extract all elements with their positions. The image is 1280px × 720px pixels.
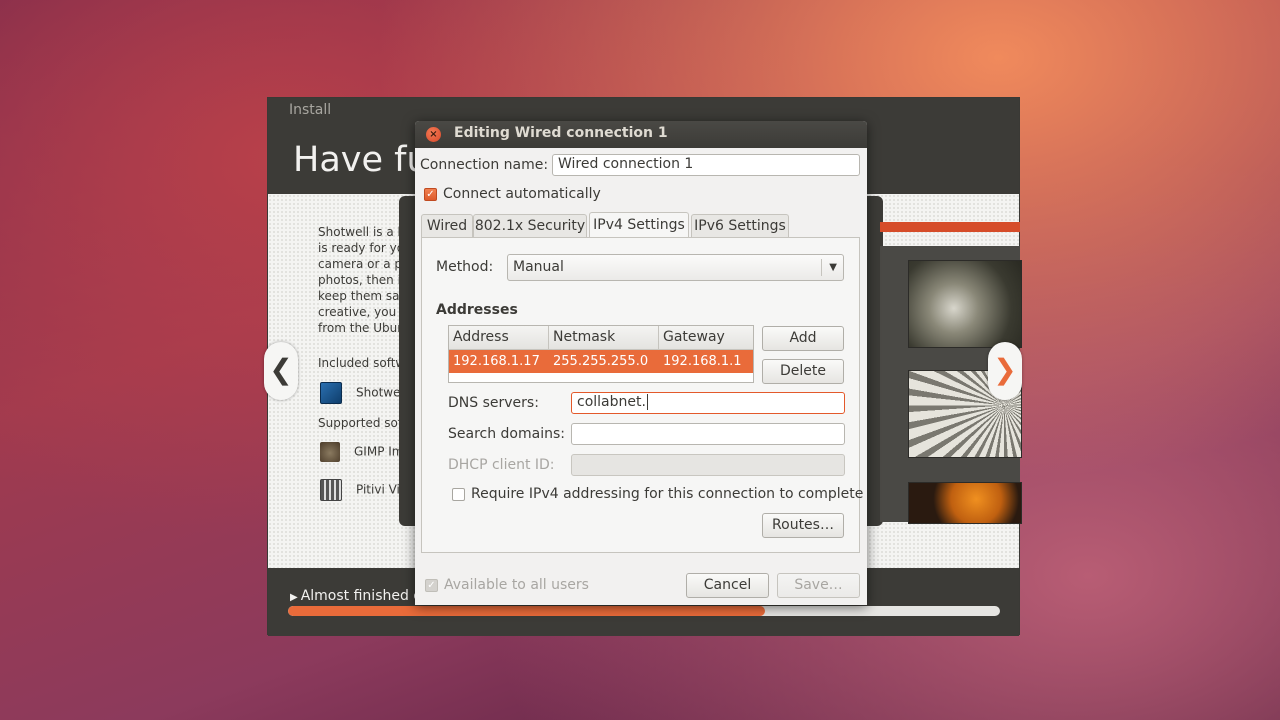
chevron-down-icon: ▼	[829, 262, 837, 273]
search-domains-label: Search domains:	[448, 426, 565, 442]
editing-connection-dialog: × Editing Wired connection 1 Connection …	[415, 121, 867, 605]
dns-servers-value: collabnet.	[577, 394, 646, 410]
included-software-item: Shotwell	[320, 382, 400, 404]
slide-description: Shotwell is a handy is ready for you cam…	[318, 224, 408, 336]
slide-text-line: photos, then it	[318, 273, 406, 287]
combo-separator	[821, 259, 822, 276]
add-button[interactable]: Add	[762, 326, 844, 351]
software-name: GIMP Image	[354, 444, 400, 459]
tab-ipv6-settings[interactable]: IPv6 Settings	[691, 214, 789, 237]
column-header-netmask[interactable]: Netmask	[549, 326, 659, 349]
pitivi-icon	[320, 479, 342, 501]
cancel-button[interactable]: Cancel	[686, 573, 769, 598]
available-to-all-users-label: Available to all users	[444, 577, 589, 593]
install-progress-bar	[288, 606, 1000, 616]
connection-name-field[interactable]: Wired connection 1	[552, 154, 860, 176]
addresses-table: Address Netmask Gateway 192.168.1.17 255…	[448, 325, 754, 383]
slide-text-line: keep them safe	[318, 289, 408, 303]
connect-automatically-label: Connect automatically	[443, 186, 601, 202]
dns-servers-label: DNS servers:	[448, 395, 539, 411]
table-row[interactable]: 192.168.1.17 255.255.255.0 192.168.1.1	[449, 350, 753, 373]
software-name: Shotwell	[356, 385, 400, 400]
previous-slide-button[interactable]: ❮	[264, 342, 298, 400]
text-cursor	[646, 394, 648, 410]
photo-flowers	[908, 260, 1022, 348]
photo-orange	[908, 482, 1022, 524]
tab-8021x-security[interactable]: 802.1x Security	[473, 214, 587, 237]
close-icon[interactable]: ×	[426, 127, 441, 142]
included-software-label: Included software	[318, 356, 400, 370]
cell-address[interactable]: 192.168.1.17	[449, 350, 540, 373]
triangle-right-icon: ▶	[290, 592, 298, 603]
require-ipv4-checkbox[interactable]	[452, 488, 465, 501]
supported-software-label: Supported software	[318, 416, 400, 430]
shotwell-icon	[320, 382, 342, 404]
column-header-gateway[interactable]: Gateway	[659, 326, 753, 349]
installer-label: Install	[289, 102, 332, 118]
slide-text-line: Shotwell is a handy	[318, 225, 408, 239]
routes-button[interactable]: Routes…	[762, 513, 844, 538]
supported-software-item: Pitivi Video	[320, 479, 400, 501]
dns-servers-field[interactable]: collabnet.	[571, 392, 845, 414]
connection-name-label: Connection name:	[420, 157, 549, 173]
slide-text-line: is ready for you	[318, 241, 408, 255]
supported-software-item: GIMP Image	[320, 442, 400, 462]
available-to-all-users-checkbox[interactable]: ✓	[425, 579, 438, 592]
search-domains-field[interactable]	[571, 423, 845, 445]
addresses-heading: Addresses	[436, 302, 518, 318]
slide-text-line: creative, you can	[318, 305, 408, 319]
connect-automatically-checkbox[interactable]: ✓	[424, 188, 437, 201]
method-value: Manual	[513, 259, 564, 275]
dhcp-client-id-field[interactable]	[571, 454, 845, 476]
require-ipv4-label: Require IPv4 addressing for this connect…	[471, 486, 864, 502]
method-label: Method:	[436, 259, 494, 275]
slide-text-line: from the Ubuntu	[318, 321, 408, 335]
dialog-title: Editing Wired connection 1	[454, 125, 668, 141]
slide-accent-bar	[880, 222, 1020, 232]
tab-ipv4-settings[interactable]: IPv4 Settings	[589, 212, 689, 238]
column-header-address[interactable]: Address	[449, 326, 549, 349]
tab-wired[interactable]: Wired	[421, 214, 473, 237]
gimp-icon	[320, 442, 340, 462]
save-button[interactable]: Save…	[777, 573, 860, 598]
cell-netmask[interactable]: 255.255.255.0	[549, 350, 648, 373]
software-name: Pitivi Video	[356, 482, 400, 497]
dialog-titlebar: × Editing Wired connection 1	[415, 121, 867, 148]
install-progress-fill	[288, 606, 766, 616]
method-select[interactable]: Manual ▼	[507, 254, 844, 281]
cell-gateway[interactable]: 192.168.1.1	[659, 350, 742, 373]
table-header: Address Netmask Gateway	[449, 326, 753, 350]
dhcp-client-id-label: DHCP client ID:	[448, 457, 555, 473]
slide-text-line: camera or a phone	[318, 257, 408, 271]
next-slide-button[interactable]: ❯	[988, 342, 1022, 400]
delete-button[interactable]: Delete	[762, 359, 844, 384]
